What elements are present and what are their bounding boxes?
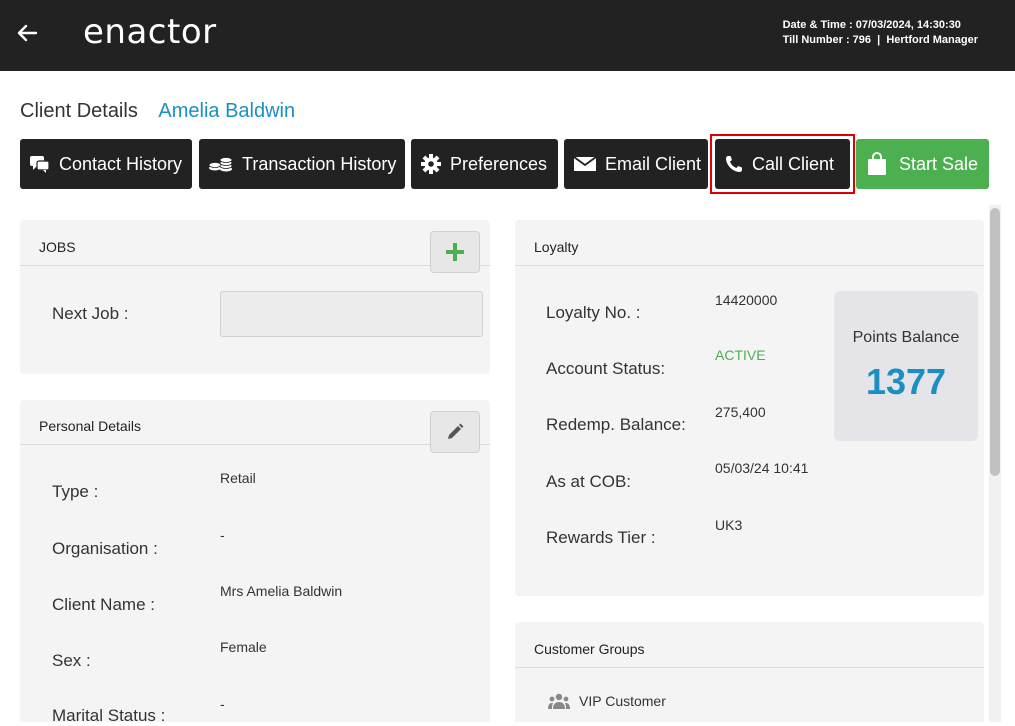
- users-icon: [548, 693, 570, 709]
- jobs-card-header: [20, 220, 490, 266]
- points-balance-value: 1377: [865, 361, 947, 402]
- scrollbar-thumb[interactable]: [990, 208, 1000, 476]
- account-status-label: Account Status:: [546, 359, 666, 378]
- loyalty-title: Loyalty: [534, 239, 579, 255]
- next-job-field[interactable]: [220, 291, 483, 337]
- jobs-card: JOBS Next Job :: [20, 220, 490, 374]
- coins-icon: [208, 157, 233, 172]
- rewards-tier-value: UK3: [715, 517, 743, 533]
- enactor-logo: enactor: [83, 12, 217, 52]
- loyalty-number-value: 14420000: [715, 292, 778, 308]
- session-info: Date & Time : 07/03/2024, 14:30:30 Till …: [783, 18, 978, 48]
- sex-label: Sex :: [52, 651, 91, 670]
- transaction-history-button[interactable]: Transaction History: [199, 139, 405, 189]
- transaction-history-label: Transaction History: [242, 153, 397, 174]
- contact-history-button[interactable]: Contact History: [20, 139, 192, 189]
- personal-details-card: Personal Details Type : Retail Organisat…: [20, 400, 490, 725]
- next-job-label: Next Job :: [52, 304, 129, 323]
- start-sale-button[interactable]: Start Sale: [856, 139, 989, 189]
- envelope-icon: [573, 156, 597, 171]
- shopping-bag-icon: [868, 152, 886, 175]
- type-label: Type :: [52, 482, 99, 501]
- add-job-button[interactable]: [430, 231, 480, 273]
- client-name-title: Amelia Baldwin: [158, 100, 296, 122]
- datetime-text: Date & Time : 07/03/2024, 14:30:30: [782, 19, 961, 31]
- start-sale-label: Start Sale: [899, 153, 979, 174]
- page-title-label: Client Details: [20, 100, 138, 122]
- page-title: Client Details Amelia Baldwin: [20, 100, 295, 123]
- organisation-label: Organisation :: [52, 539, 158, 558]
- loyalty-card: Loyalty Loyalty No. : 14420000 Account S…: [515, 220, 984, 596]
- back-arrow-icon[interactable]: [14, 20, 40, 46]
- edit-personal-button[interactable]: [430, 411, 480, 453]
- account-status-value: ACTIVE: [715, 347, 766, 363]
- type-value: Retail: [220, 470, 256, 486]
- points-balance-box: Points Balance 1377: [834, 291, 978, 441]
- plus-icon: [446, 243, 464, 261]
- customer-groups-title: Customer Groups: [534, 641, 645, 657]
- jobs-title: JOBS: [39, 239, 76, 255]
- client-name-label: Client Name :: [52, 595, 155, 614]
- redemption-balance-label: Redemp. Balance:: [546, 415, 686, 434]
- organisation-value: -: [220, 527, 225, 543]
- rewards-tier-label: Rewards Tier :: [546, 528, 656, 547]
- customer-group-label: VIP Customer: [579, 693, 666, 709]
- preferences-button[interactable]: Preferences: [411, 139, 558, 189]
- redemption-balance-value: 275,400: [715, 404, 766, 420]
- gear-icon: [421, 154, 441, 174]
- chat-icon: [30, 156, 50, 173]
- customer-group-item: VIP Customer: [548, 692, 666, 710]
- call-client-highlight: [710, 134, 855, 194]
- loyalty-card-header: [515, 220, 984, 266]
- email-client-button[interactable]: Email Client: [564, 139, 708, 189]
- personal-details-title: Personal Details: [39, 418, 141, 434]
- marital-status-value: -: [220, 696, 225, 712]
- email-client-label: Email Client: [605, 153, 702, 174]
- sex-value: Female: [220, 639, 267, 655]
- customer-groups-card: Customer Groups VIP Customer: [515, 622, 984, 722]
- as-at-cob-label: As at COB:: [546, 472, 632, 491]
- contact-history-label: Contact History: [59, 153, 183, 174]
- preferences-label: Preferences: [450, 153, 548, 174]
- loyalty-number-label: Loyalty No. :: [546, 303, 641, 322]
- till-number-text: Till Number : 796 | Hertford Manager: [782, 34, 978, 46]
- points-balance-label: Points Balance: [852, 329, 960, 346]
- brand-name: enactor: [83, 12, 217, 52]
- as-at-cob-value: 05/03/24 10:41: [715, 460, 809, 476]
- client-name-value: Mrs Amelia Baldwin: [220, 583, 343, 599]
- top-header-bar: enactor Date & Time : 07/03/2024, 14:30:…: [0, 0, 1015, 71]
- marital-status-label: Marital Status :: [52, 706, 166, 725]
- pencil-icon: [448, 423, 464, 439]
